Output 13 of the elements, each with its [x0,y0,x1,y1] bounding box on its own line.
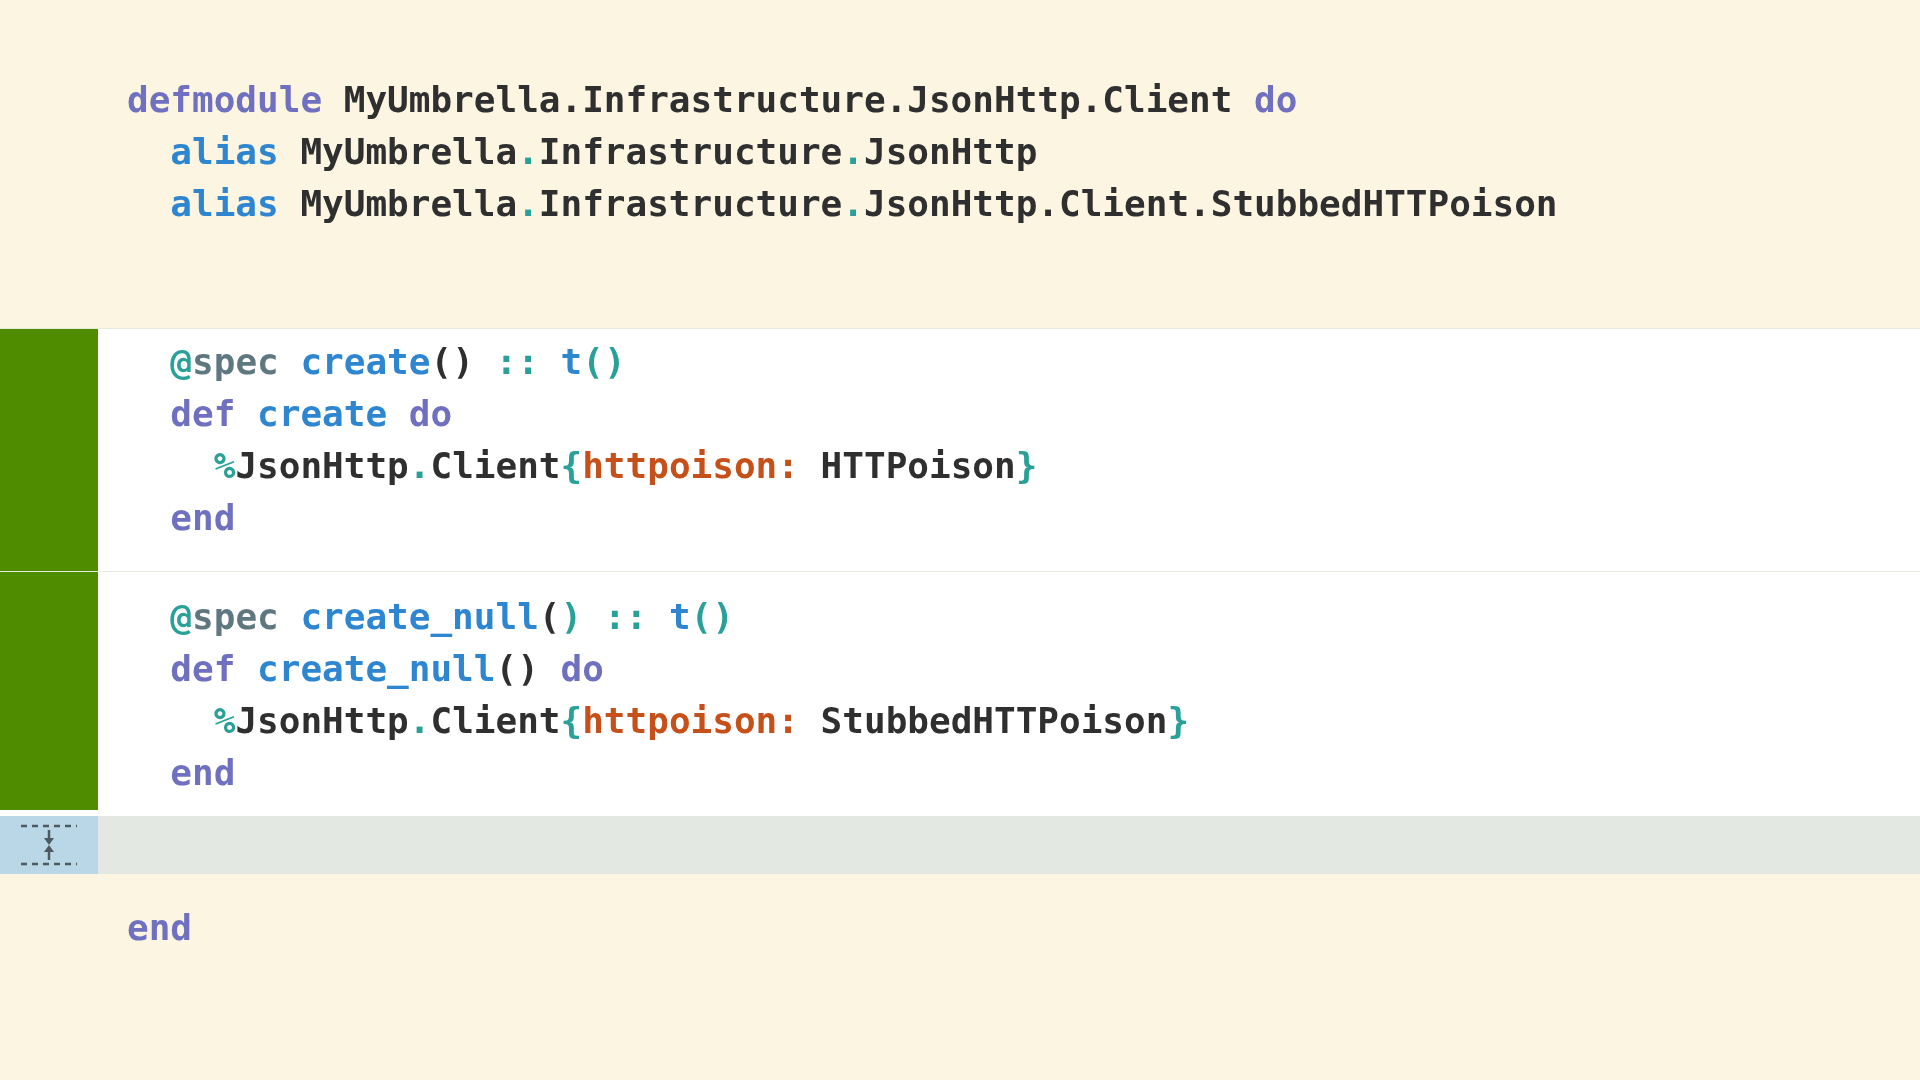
code-line: end [127,906,193,950]
code-line: defmodule MyUmbrella.Infrastructure.JsonHttp.Client do [127,78,1298,122]
code-line: def create do [169,392,453,436]
expand-button[interactable] [0,816,98,874]
code-line: %JsonHttp.Client{httpoison: HTTPoison} [212,444,1038,488]
code-line: %JsonHttp.Client{httpoison: StubbedHTTPoison} [212,699,1190,743]
code-line: alias MyUmbrella.Infrastructure.JsonHttp.Client.StubbedHTTPoison [169,182,1558,226]
code-line: alias MyUmbrella.Infrastructure.JsonHttp [169,130,1038,174]
code-line: @spec create_null() :: t() [169,595,734,639]
code-line: @spec create() :: t() [169,340,626,384]
code-line: def create_null() do [169,647,604,691]
code-line: end [169,751,236,795]
code-line: end [169,496,236,540]
